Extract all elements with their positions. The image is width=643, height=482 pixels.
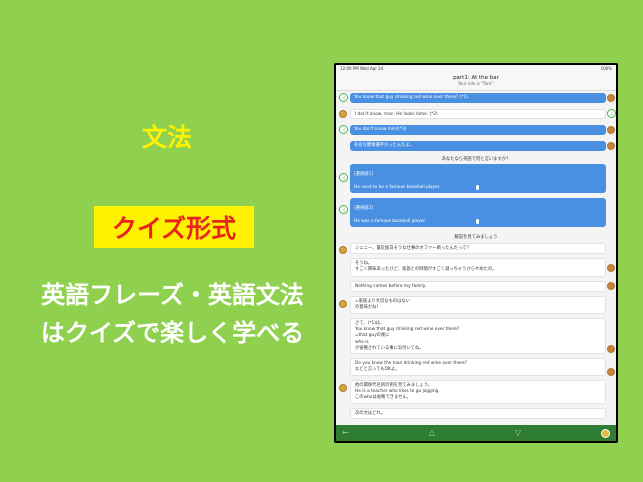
avatar (339, 300, 347, 308)
speaker-icon[interactable]: ◁ (339, 125, 348, 134)
review-heading: 解説を見てみましょう (454, 235, 498, 240)
speaker-icon[interactable]: ◁ (339, 173, 348, 182)
avatar (607, 345, 615, 353)
avatar (607, 264, 615, 272)
avatar (339, 384, 347, 392)
speaker-icon[interactable]: ◁ (339, 205, 348, 214)
chat-area[interactable]: ◁ You know that guy drinking red wine ov… (336, 91, 616, 425)
message-bubble: You know that guy drinking red wine over… (350, 93, 606, 103)
app-screen: 12:00 PM Wed Apr 24 100% part1: At the b… (336, 65, 616, 441)
promo-line-1: 英語フレーズ・英語文法 (41, 281, 304, 309)
speaker-icon[interactable]: ◁ (607, 109, 616, 118)
avatar (339, 110, 347, 118)
nav-subtitle: Your role is "Taro". (457, 81, 495, 86)
bottom-toolbar: ← △ ▽ (336, 425, 616, 441)
tablet-device: 12:00 PM Wed Apr 24 100% part1: At the b… (334, 63, 618, 443)
promo-title: 文法 (142, 123, 193, 152)
message-bubble: さて、(*1)は、 You know that guy drinking red… (350, 318, 606, 354)
microphone-icon[interactable] (476, 185, 479, 190)
promo-badge: クイズ形式 (94, 206, 254, 248)
microphone-icon[interactable] (476, 219, 479, 224)
avatar (607, 126, 615, 134)
promo-panel: 文法 クイズ形式 英語フレーズ・英語文法 はクイズで楽しく学べる (0, 0, 335, 482)
message-bubble: =家族より大切なものはない の意味だね！ (350, 296, 606, 314)
avatar (607, 142, 615, 150)
message-bubble: 他の関係代名詞の例を見てみましょう。 He is a teacher who l… (350, 380, 606, 404)
message-bubble: Do you know the man drinking red wine ov… (350, 358, 606, 376)
message-bubble: そうね。 すごく興味あったけど、家族との時間がすごく減っちゃうからやめたの。 (350, 258, 606, 277)
option-1-tag: [選択肢1] (354, 172, 373, 178)
status-time: 12:00 PM Wed Apr 24 (340, 66, 384, 71)
back-arrow-icon[interactable]: ← (342, 429, 349, 437)
message-bubble: 有名な野球選手だったんだよ。 (350, 141, 606, 151)
question-prompt: あなたなら英語で何と言いますか？ (441, 157, 511, 162)
avatar (607, 368, 615, 376)
message-bubble: You don't know him?(*3) (350, 125, 606, 135)
avatar (339, 246, 347, 254)
down-arrow-icon[interactable]: ▽ (515, 429, 521, 437)
nav-title: part1: At the bar (453, 75, 499, 81)
message-bubble: Nothing comes before my family. (350, 281, 606, 292)
message-bubble: 次の文はどれ。 (350, 408, 606, 419)
promo-line-2: はクイズで楽しく学べる (40, 319, 305, 347)
status-battery: 100% (600, 66, 612, 71)
avatar (607, 94, 615, 102)
nav-bar: part1: At the bar Your role is "Taro". (336, 72, 616, 91)
speaker-icon[interactable]: ◁ (339, 93, 348, 102)
up-arrow-icon[interactable]: △ (429, 429, 435, 437)
avatar (607, 282, 615, 290)
promo-badge-text: クイズ形式 (111, 214, 237, 243)
message-bubble: ジェニー、最近面白そうな仕事のオファー断ったんだって？ (350, 243, 606, 254)
option-2-tag: [選択肢2] (354, 206, 373, 212)
message-bubble: I don't know, man. He looks lame. (*2) (350, 109, 606, 119)
avatar[interactable] (600, 428, 610, 438)
message-row: ◁ (339, 93, 348, 102)
status-bar: 12:00 PM Wed Apr 24 100% (336, 65, 616, 72)
